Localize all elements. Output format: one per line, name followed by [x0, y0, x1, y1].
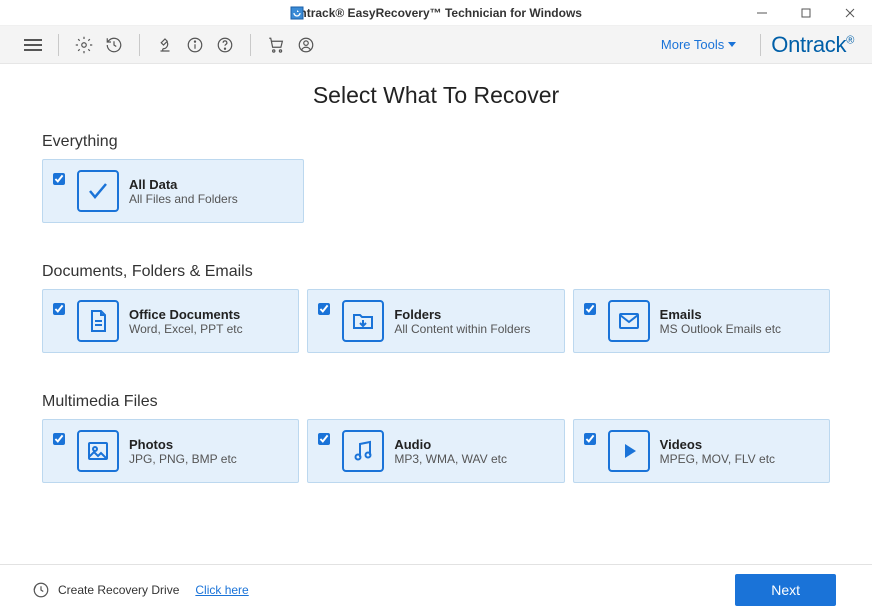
folder-download-icon [342, 300, 384, 342]
music-icon [342, 430, 384, 472]
title-bar: Ontrack® EasyRecovery™ Technician for Wi… [0, 0, 872, 26]
card-sub: All Content within Folders [394, 322, 530, 336]
help-icon[interactable] [216, 36, 234, 54]
card-title: Photos [129, 437, 237, 452]
checkbox-office-documents[interactable] [53, 303, 65, 315]
section-everything-title: Everything [42, 133, 830, 151]
more-tools-label: More Tools [661, 37, 724, 52]
card-office-documents[interactable]: Office Documents Word, Excel, PPT etc [42, 289, 299, 353]
app-icon [290, 6, 304, 20]
checkbox-videos[interactable] [584, 433, 596, 445]
cart-icon[interactable] [267, 36, 285, 54]
card-title: Office Documents [129, 307, 243, 322]
close-button[interactable] [828, 0, 872, 26]
toolbar: More Tools Ontrack® [0, 26, 872, 64]
gear-icon[interactable] [75, 36, 93, 54]
card-all-data[interactable]: All Data All Files and Folders [42, 159, 304, 223]
checkbox-all-data[interactable] [53, 173, 65, 185]
card-sub: JPG, PNG, BMP etc [129, 452, 237, 466]
menu-icon[interactable] [24, 36, 42, 54]
next-button[interactable]: Next [735, 574, 836, 606]
card-sub: All Files and Folders [129, 192, 238, 206]
checkbox-photos[interactable] [53, 433, 65, 445]
separator [250, 34, 251, 56]
card-title: Emails [660, 307, 781, 322]
card-sub: MPEG, MOV, FLV etc [660, 452, 775, 466]
user-icon[interactable] [297, 36, 315, 54]
recovery-drive-icon [32, 581, 50, 599]
card-audio[interactable]: Audio MP3, WMA, WAV etc [307, 419, 564, 483]
image-icon [77, 430, 119, 472]
section-multimedia-title: Multimedia Files [42, 393, 830, 411]
card-sub: MS Outlook Emails etc [660, 322, 781, 336]
page-title: Select What To Recover [0, 82, 872, 109]
separator [760, 34, 761, 56]
chevron-down-icon [728, 42, 736, 47]
card-photos[interactable]: Photos JPG, PNG, BMP etc [42, 419, 299, 483]
more-tools-dropdown[interactable]: More Tools [661, 37, 736, 52]
card-folders[interactable]: Folders All Content within Folders [307, 289, 564, 353]
document-icon [77, 300, 119, 342]
checkmark-icon [77, 170, 119, 212]
section-documents-title: Documents, Folders & Emails [42, 263, 830, 281]
brand-logo: Ontrack® [771, 32, 854, 58]
separator [139, 34, 140, 56]
card-sub: Word, Excel, PPT etc [129, 322, 243, 336]
play-icon [608, 430, 650, 472]
card-videos[interactable]: Videos MPEG, MOV, FLV etc [573, 419, 830, 483]
checkbox-emails[interactable] [584, 303, 596, 315]
card-title: Audio [394, 437, 507, 452]
history-icon[interactable] [105, 36, 123, 54]
footer: Create Recovery Drive Click here Next [0, 564, 872, 614]
microscope-icon[interactable] [156, 36, 174, 54]
card-title: All Data [129, 177, 238, 192]
click-here-link[interactable]: Click here [195, 583, 248, 597]
checkbox-audio[interactable] [318, 433, 330, 445]
envelope-icon [608, 300, 650, 342]
maximize-button[interactable] [784, 0, 828, 26]
card-sub: MP3, WMA, WAV etc [394, 452, 507, 466]
minimize-button[interactable] [740, 0, 784, 26]
window-title: Ontrack® EasyRecovery™ Technician for Wi… [290, 6, 582, 20]
separator [58, 34, 59, 56]
card-title: Videos [660, 437, 775, 452]
checkbox-folders[interactable] [318, 303, 330, 315]
info-icon[interactable] [186, 36, 204, 54]
create-recovery-label: Create Recovery Drive [58, 583, 179, 597]
card-emails[interactable]: Emails MS Outlook Emails etc [573, 289, 830, 353]
card-title: Folders [394, 307, 530, 322]
